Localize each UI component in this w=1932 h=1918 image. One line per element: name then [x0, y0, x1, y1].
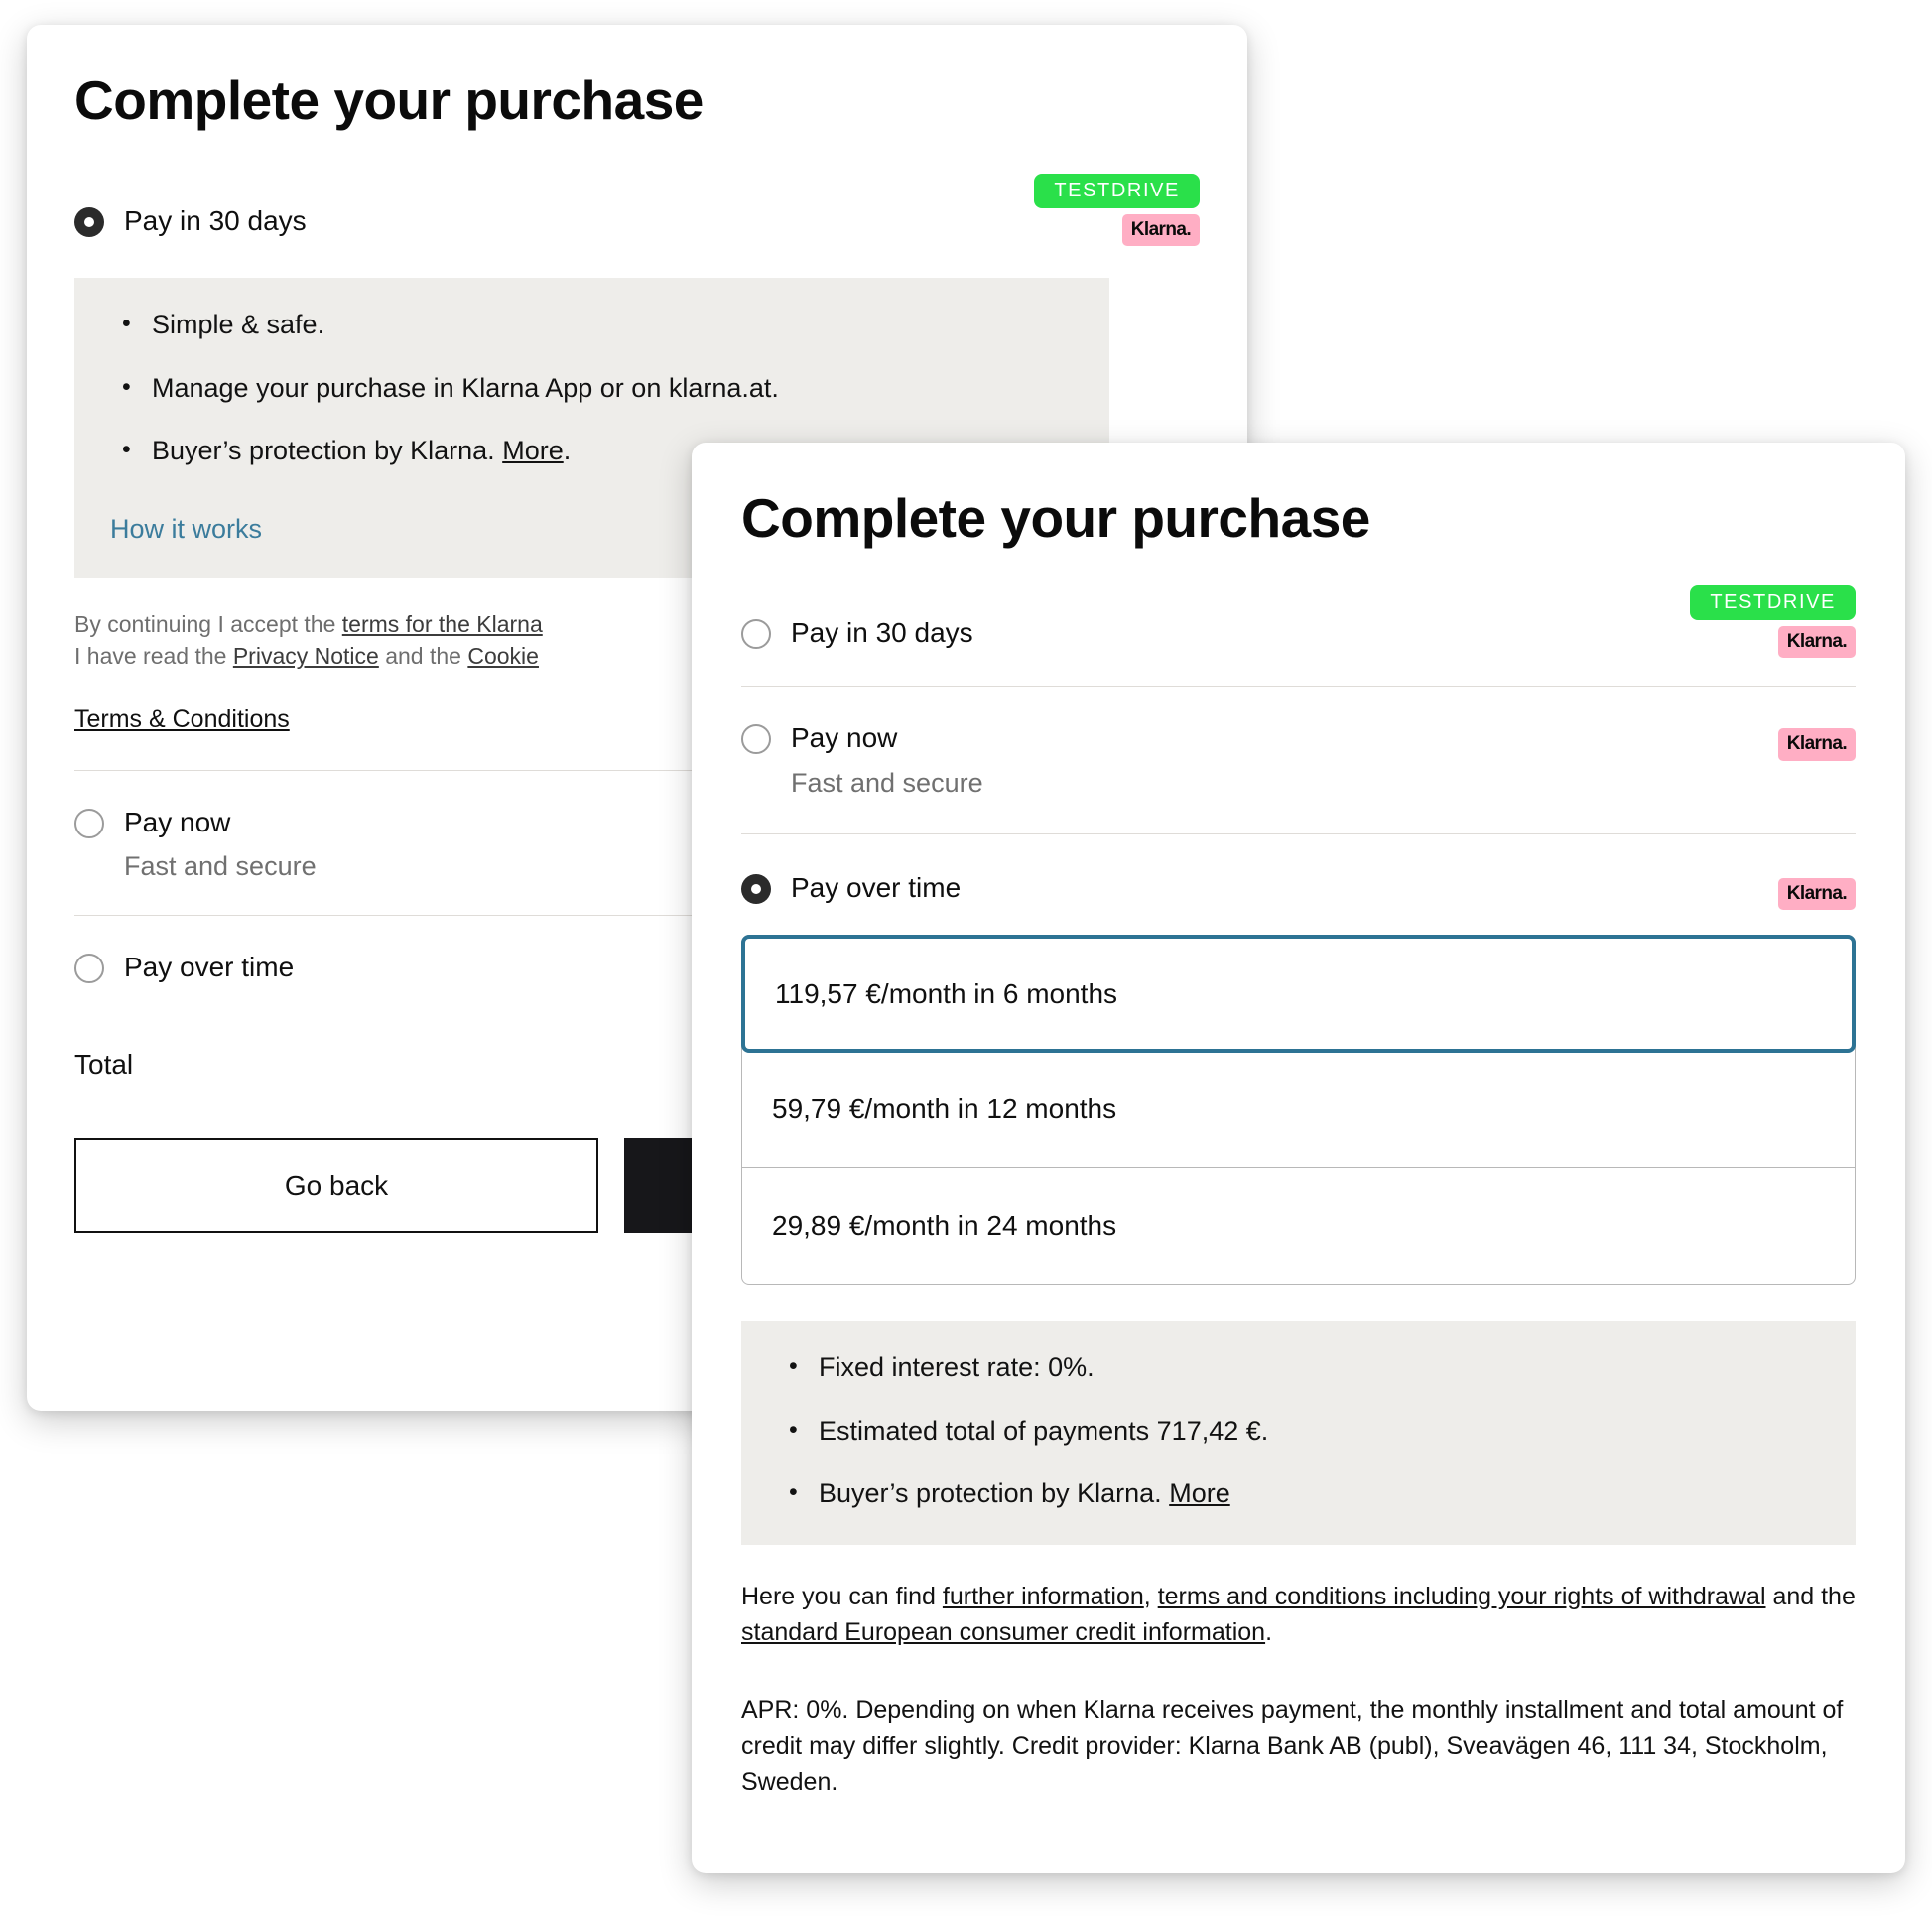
info-bullet-interest-rate: Fixed interest rate: 0%.	[819, 1350, 1820, 1385]
option-label: Pay over time	[791, 870, 961, 906]
front-option-pay-in-30-days[interactable]: TESTDRIVE Klarna. Pay in 30 days	[741, 615, 1856, 651]
option-label: Pay in 30 days	[791, 615, 973, 651]
standard-european-credit-info-link[interactable]: standard European consumer credit inform…	[741, 1618, 1265, 1646]
installment-option-12-months[interactable]: 59,79 €/month in 12 months	[742, 1052, 1855, 1168]
cookie-link[interactable]: Cookie	[467, 643, 539, 669]
more-link[interactable]: More	[502, 436, 564, 465]
legal-suffix: .	[1265, 1618, 1272, 1646]
more-link[interactable]: More	[1169, 1478, 1230, 1508]
radio-pay-over-time[interactable]	[74, 954, 104, 983]
apr-disclaimer-paragraph: APR: 0%. Depending on when Klarna receiv…	[741, 1692, 1856, 1800]
installment-options-list: 119,57 €/month in 6 months 59,79 €/month…	[741, 935, 1856, 1285]
legal-links-paragraph: Here you can find further information, t…	[741, 1579, 1856, 1651]
divider	[741, 833, 1856, 834]
privacy-notice-link[interactable]: Privacy Notice	[233, 643, 379, 669]
option-sublabel: Fast and secure	[124, 850, 317, 882]
how-it-works-link[interactable]: How it works	[110, 514, 262, 545]
option-label: Pay now	[791, 720, 983, 756]
divider	[741, 686, 1856, 687]
further-information-link[interactable]: further information	[943, 1583, 1144, 1610]
page-title: Complete your purchase	[74, 70, 1200, 132]
installment-option-6-months[interactable]: 119,57 €/month in 6 months	[741, 935, 1856, 1053]
front-option-pay-over-time[interactable]: Klarna. Pay over time	[741, 870, 1856, 906]
front-option-pay-now[interactable]: Klarna. Pay now Fast and secure	[741, 720, 1856, 799]
go-back-button[interactable]: Go back	[74, 1138, 598, 1233]
option-sublabel: Fast and secure	[791, 767, 983, 799]
installment-option-24-months[interactable]: 29,89 €/month in 24 months	[742, 1168, 1855, 1284]
front-checkout-card: Complete your purchase TESTDRIVE Klarna.…	[692, 443, 1905, 1873]
legal-prefix: Here you can find	[741, 1583, 943, 1610]
back-option-pay-in-30-days[interactable]: TESTDRIVE Klarna. Pay in 30 days	[74, 203, 1200, 239]
terms-mid: and the	[379, 643, 468, 669]
front-info-box: Fixed interest rate: 0%. Estimated total…	[741, 1321, 1856, 1544]
page-title: Complete your purchase	[741, 488, 1856, 550]
radio-pay-in-30-days[interactable]	[741, 619, 771, 649]
info-bullet: Simple & safe.	[152, 308, 1074, 342]
legal-mid-2: and the	[1766, 1583, 1856, 1610]
terms-prefix: By continuing I accept the	[74, 611, 342, 637]
terms-and-conditions-withdrawal-link[interactable]: terms and conditions including your righ…	[1158, 1583, 1766, 1610]
terms-prefix-2: I have read the	[74, 643, 233, 669]
info-bullet: Manage your purchase in Klarna App or on…	[152, 371, 1074, 406]
option-label: Pay now	[124, 805, 317, 840]
info-bullet-estimated-total: Estimated total of payments 717,42 €.	[819, 1414, 1820, 1449]
radio-pay-in-30-days[interactable]	[74, 207, 104, 237]
radio-pay-now[interactable]	[741, 724, 771, 754]
radio-pay-over-time[interactable]	[741, 874, 771, 904]
option-label: Pay in 30 days	[124, 203, 307, 239]
terms-klarna-link[interactable]: terms for the Klarna	[342, 611, 543, 637]
radio-pay-now[interactable]	[74, 809, 104, 838]
legal-mid-1: ,	[1144, 1583, 1158, 1610]
info-bullet-buyer-protection: Buyer’s protection by Klarna. More	[819, 1476, 1820, 1511]
option-label: Pay over time	[124, 950, 294, 985]
